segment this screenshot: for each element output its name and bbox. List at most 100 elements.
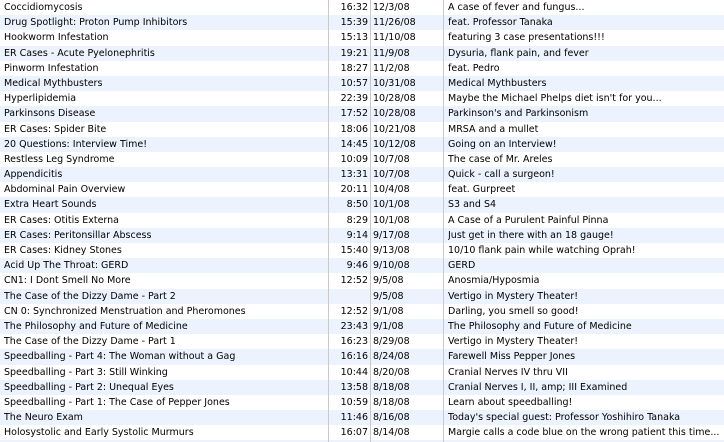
table-row[interactable]: Speedballing - Part 2: Unequal Eyes 13:58… — [0, 379, 724, 395]
episode-date: 10/28/08 — [373, 93, 416, 105]
episode-date: 9/1/08 — [373, 320, 404, 332]
episode-description: Parkinson's and Parkinsonism — [448, 108, 589, 120]
episode-date: 10/1/08 — [373, 199, 410, 211]
episode-duration: 17:52 — [340, 108, 368, 120]
episode-title: The Neuro Exam — [4, 412, 83, 424]
episode-duration: 19:21 — [340, 47, 368, 59]
episode-title: ER Cases: Otitis Externa — [4, 214, 119, 226]
table-row[interactable]: Hookworm Infestation 15:13 11/10/08 featuri… — [0, 30, 724, 45]
episode-description: featuring 3 case presentations!!! — [448, 32, 605, 44]
episode-description: Cranial Nerves IV thru VII — [448, 366, 568, 378]
episode-title: ER Cases: Spider Bite — [4, 123, 107, 135]
episode-date: 9/5/08 — [373, 290, 404, 302]
table-row[interactable]: Drug Spotlight: Proton Pump Inhibitors 15… — [0, 15, 724, 31]
episode-description: S3 and S4 — [448, 199, 497, 211]
episode-description: Farewell Miss Pepper Jones — [448, 351, 576, 363]
episode-date: 8/18/08 — [373, 396, 410, 408]
episode-title: Speedballing - Part 2: Unequal Eyes — [4, 381, 174, 393]
episode-duration: 12:52 — [340, 305, 368, 317]
episode-description: Maybe the Michael Phelps diet isn't for … — [448, 93, 662, 105]
table-row[interactable]: CN 0: Synchronized Menstruation and Pher… — [0, 304, 724, 319]
episode-duration: 14:45 — [340, 138, 368, 150]
episode-duration: 9:46 — [346, 260, 368, 272]
episode-duration: 8:29 — [346, 214, 368, 226]
episode-date: 10/12/08 — [373, 138, 416, 150]
episode-title: Medical Mythbusters — [4, 77, 103, 89]
episode-description: Just get in there with an 18 gauge! — [448, 229, 614, 241]
episode-duration: 20:11 — [340, 184, 368, 196]
table-row[interactable]: ER Cases: Kidney Stones 15:40 9/13/08 10/10… — [0, 243, 724, 258]
episode-date: 10/1/08 — [373, 214, 410, 226]
table-row[interactable]: ER Cases - Acute Pyelonephritis 19:21 11/9… — [0, 45, 724, 61]
episode-title: ER Cases: Kidney Stones — [4, 245, 122, 256]
episode-title: Holosystolic and Early Systolic Murmurs — [4, 427, 194, 439]
episode-title: Speedballing - Part 4: The Woman without… — [4, 351, 236, 363]
table-row[interactable]: Extra Heart Sounds 8:50 10/1/08 S3 and S4 — [0, 197, 724, 213]
episode-title: Extra Heart Sounds — [4, 199, 97, 211]
table-row[interactable]: The Case of the Dizzy Dame - Part 1 16:23… — [0, 334, 724, 349]
episode-date: 11/10/08 — [373, 32, 416, 44]
table-row[interactable]: The Case of the Dizzy Dame - Part 2 9/5/0… — [0, 288, 724, 304]
episode-duration: 16:32 — [340, 2, 368, 13]
episode-date: 10/28/08 — [373, 108, 416, 120]
column-divider-time — [370, 0, 371, 442]
table-row[interactable]: Speedballing - Part 4: The Woman without… — [0, 349, 724, 365]
episode-date: 8/24/08 — [373, 351, 410, 363]
episode-duration: 12:52 — [340, 275, 368, 287]
episode-description: feat. Pedro — [448, 62, 500, 74]
episode-description: feat. Gurpreet — [448, 184, 516, 196]
table-row[interactable]: Appendicitis 13:31 10/7/08 Quick - call a s… — [0, 167, 724, 183]
episode-title: Parkinsons Disease — [4, 108, 96, 120]
episode-duration: 10:59 — [340, 396, 368, 408]
episode-duration: 18:06 — [340, 123, 368, 135]
episode-date: 11/26/08 — [373, 17, 416, 29]
table-row[interactable]: ER Cases: Otitis Externa 8:29 10/1/08 A Cas… — [0, 213, 724, 228]
table-row[interactable]: Coccidiomycosis 16:32 12/3/08 A case of fev… — [0, 0, 724, 15]
episode-description: The Philosophy and Future of Medicine — [448, 320, 632, 332]
episode-description: Learn about speedballing! — [448, 396, 573, 408]
table-row[interactable]: Parkinsons Disease 17:52 10/28/08 Parkinson… — [0, 106, 724, 122]
episode-description: Dysuria, flank pain, and fever — [448, 47, 589, 59]
table-row[interactable]: The Neuro Exam 11:46 8/16/08 Today's specia… — [0, 410, 724, 426]
episode-description: Vertigo in Mystery Theater! — [448, 290, 579, 302]
episode-description: 10/10 flank pain while watching Oprah! — [448, 245, 636, 256]
episode-duration: 22:39 — [340, 93, 368, 105]
table-row[interactable]: Speedballing - Part 3: Still Winking 10:4… — [0, 365, 724, 380]
table-row[interactable]: Acid Up The Throat: GERD 9:46 9/10/08 GERD — [0, 258, 724, 274]
table-row[interactable]: Pinworm Infestation 18:27 11/2/08 feat. Ped… — [0, 61, 724, 76]
episode-duration: 8:50 — [346, 199, 368, 211]
episode-title: 20 Questions: Interview Time! — [4, 138, 148, 150]
table-row[interactable]: Hyperlipidemia 22:39 10/28/08 Maybe the Mic… — [0, 91, 724, 106]
episode-description: A Case of a Purulent Painful Pinna — [448, 214, 609, 226]
table-row[interactable]: ER Cases: Spider Bite 18:06 10/21/08 MRSA a… — [0, 122, 724, 137]
table-row[interactable]: ER Cases: Peritonsillar Abscess 9:14 9/17/… — [0, 227, 724, 243]
episode-title: Hookworm Infestation — [4, 32, 109, 44]
episode-description: MRSA and a mullet — [448, 123, 539, 135]
episode-date: 8/29/08 — [373, 336, 410, 348]
table-row[interactable]: CN1: I Dont Smell No More 12:52 9/5/08 Anos… — [0, 273, 724, 288]
episode-duration: 18:27 — [340, 62, 368, 74]
table-row[interactable]: Speedballing - Part 1: The Case of Peppe… — [0, 395, 724, 410]
episode-description: Darling, you smell so good! — [448, 305, 579, 317]
episode-date: 8/20/08 — [373, 366, 410, 378]
table-row[interactable]: Abdominal Pain Overview 20:11 10/4/08 feat.… — [0, 182, 724, 197]
episode-date: 9/5/08 — [373, 275, 404, 287]
episode-duration: 15:39 — [340, 17, 368, 29]
episode-title: Pinworm Infestation — [4, 62, 99, 74]
column-divider-title — [328, 0, 329, 442]
table-row[interactable]: 20 Questions: Interview Time! 14:45 10/12/… — [0, 136, 724, 152]
table-row[interactable]: The Philosophy and Future of Medicine 23:… — [0, 318, 724, 335]
episode-title: CN1: I Dont Smell No More — [4, 275, 131, 287]
episode-title: Coccidiomycosis — [4, 2, 83, 13]
episode-title: Acid Up The Throat: GERD — [4, 260, 129, 272]
table-row[interactable]: Medical Mythbusters 10:57 10/31/08 Medical … — [0, 75, 724, 92]
episode-duration: 13:31 — [340, 169, 368, 181]
episode-description: Medical Mythbusters — [448, 77, 547, 89]
episode-title: CN 0: Synchronized Menstruation and Pher… — [4, 305, 246, 317]
episode-date: 9/17/08 — [373, 229, 410, 241]
podcast-episode-list[interactable]: Coccidiomycosis 16:32 12/3/08 A case of fev… — [0, 0, 724, 442]
episode-date: 8/16/08 — [373, 412, 410, 424]
episode-duration: 10:09 — [340, 153, 368, 165]
table-row[interactable]: Holosystolic and Early Systolic Murmurs 1… — [0, 425, 724, 440]
table-row[interactable]: Restless Leg Syndrome 10:09 10/7/08 The cas… — [0, 152, 724, 167]
